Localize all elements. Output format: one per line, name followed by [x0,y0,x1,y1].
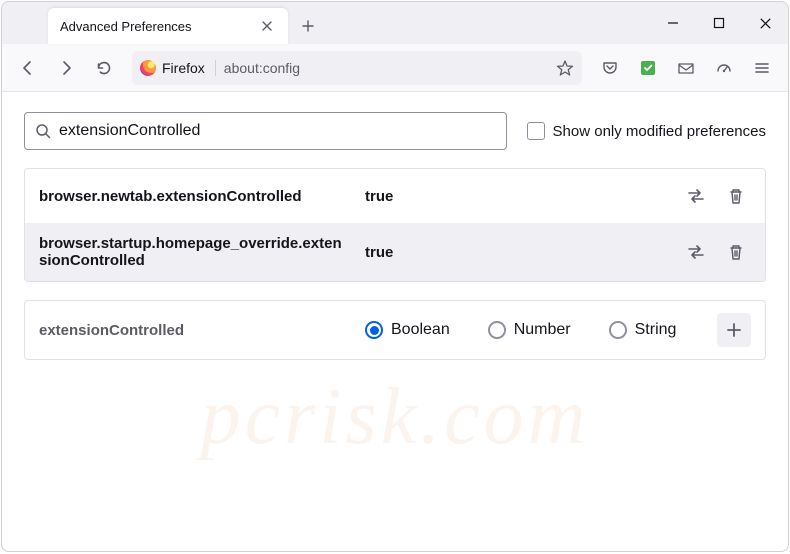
delete-icon[interactable] [721,181,751,211]
url-bar[interactable]: Firefox [132,51,582,85]
reload-button[interactable] [88,52,120,84]
title-bar: Advanced Preferences [2,2,788,44]
dashboard-icon[interactable] [708,52,740,84]
pref-row: browser.startup.homepage_override.extens… [25,223,765,281]
browser-window: Advanced Preferences [1,1,789,552]
pref-actions [681,237,751,267]
firefox-icon [140,60,156,76]
checkbox-icon[interactable] [527,122,545,140]
maximize-button[interactable] [696,2,742,44]
pref-value: true [365,244,665,261]
toggle-icon[interactable] [681,237,711,267]
show-modified-toggle[interactable]: Show only modified preferences [527,122,766,140]
radio-icon[interactable] [609,321,627,339]
type-label: Number [514,321,571,339]
close-window-button[interactable] [742,2,788,44]
pocket-icon[interactable] [594,52,626,84]
pref-row: browser.newtab.extensionControlled true [25,169,765,223]
add-pref-button[interactable] [717,313,751,347]
back-button[interactable] [12,52,44,84]
pref-name: browser.newtab.extensionControlled [39,188,349,205]
radio-icon[interactable] [365,321,383,339]
pref-name: browser.startup.homepage_override.extens… [39,235,349,269]
app-menu-icon[interactable] [746,52,778,84]
close-tab-icon[interactable] [258,17,276,35]
type-boolean[interactable]: Boolean [365,321,450,339]
search-icon [35,123,51,139]
minimize-button[interactable] [650,2,696,44]
pref-value: true [365,188,665,205]
type-options: Boolean Number String [365,321,701,339]
url-input[interactable] [224,60,548,76]
prefs-table: browser.newtab.extensionControlled true … [24,168,766,282]
browser-tab[interactable]: Advanced Preferences [48,8,288,44]
type-string[interactable]: String [609,321,677,339]
show-modified-label: Show only modified preferences [553,123,766,140]
type-label: String [635,321,677,339]
search-input[interactable] [59,122,496,140]
watermark: pcrisk.com [2,372,788,463]
url-identity: Firefox [140,60,216,76]
search-box[interactable] [24,112,507,150]
new-pref-row: extensionControlled Boolean Number Strin… [24,300,766,360]
search-row: Show only modified preferences [24,112,766,150]
content-area: Show only modified preferences browser.n… [2,92,788,551]
identity-label: Firefox [162,60,205,76]
new-tab-button[interactable] [294,12,322,40]
delete-icon[interactable] [721,237,751,267]
window-controls [650,2,788,44]
new-pref-name: extensionControlled [39,322,349,339]
tab-title: Advanced Preferences [60,19,250,34]
radio-icon[interactable] [488,321,506,339]
pref-actions [681,181,751,211]
type-label: Boolean [391,321,450,339]
inbox-icon[interactable] [670,52,702,84]
forward-button[interactable] [50,52,82,84]
type-number[interactable]: Number [488,321,571,339]
toggle-icon[interactable] [681,181,711,211]
bookmark-star-icon[interactable] [556,59,574,77]
nav-toolbar: Firefox [2,44,788,92]
extension-icon[interactable] [632,52,664,84]
